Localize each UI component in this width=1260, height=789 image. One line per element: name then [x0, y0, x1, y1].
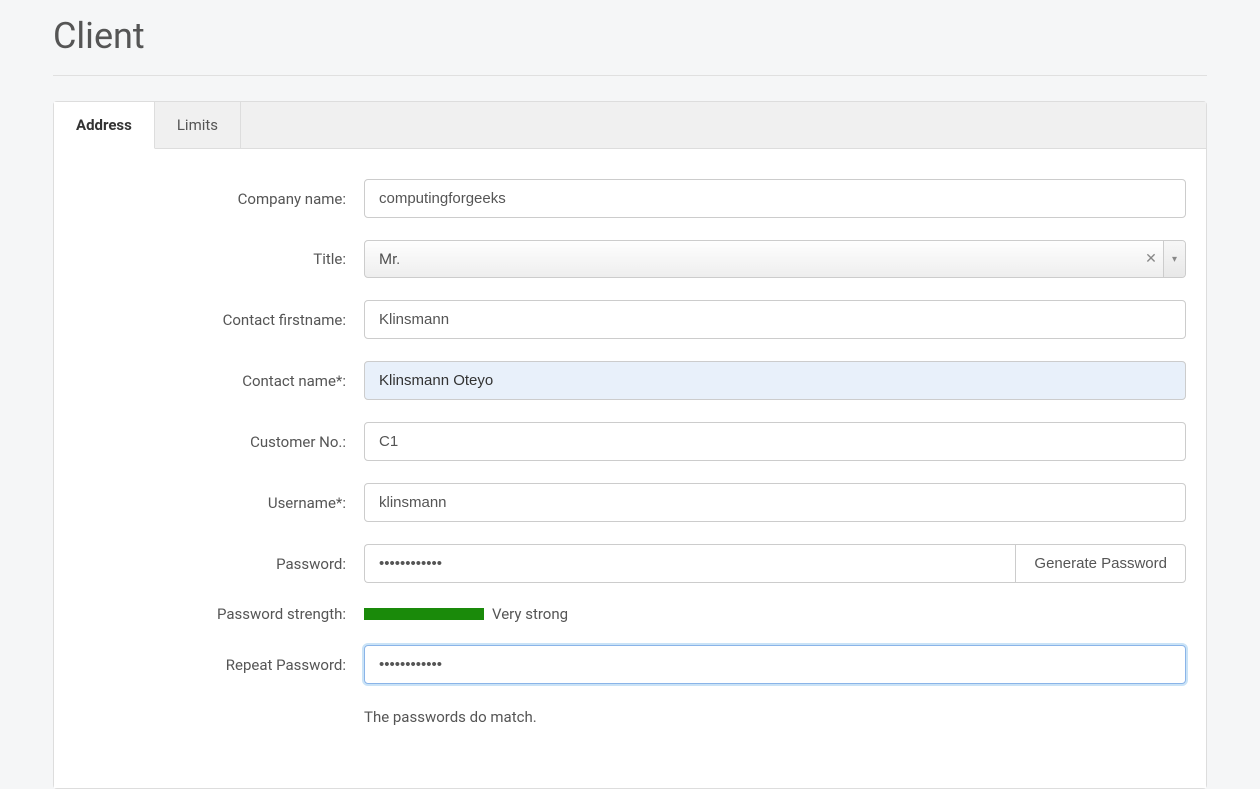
- tab-address[interactable]: Address: [54, 102, 155, 149]
- title-select[interactable]: Mr. ✕ ▾: [364, 240, 1186, 278]
- label-repeat-password: Repeat Password:: [74, 656, 364, 674]
- contact-name-input[interactable]: [364, 361, 1186, 400]
- tab-body-address: Company name: Title: Mr. ✕ ▾ Contact fir…: [54, 149, 1206, 788]
- label-password: Password:: [74, 555, 364, 573]
- password-strength-bar: [364, 608, 484, 620]
- tab-limits[interactable]: Limits: [155, 102, 241, 148]
- title-select-value: Mr.: [365, 241, 1139, 277]
- password-strength-text: Very strong: [492, 605, 568, 623]
- label-contact-name: Contact name*:: [74, 372, 364, 390]
- tabs: Address Limits: [54, 102, 1206, 149]
- client-panel: Address Limits Company name: Title: Mr. …: [53, 101, 1207, 789]
- password-match-message: The passwords do match.: [364, 706, 1186, 726]
- label-password-strength: Password strength:: [74, 605, 364, 623]
- contact-firstname-input[interactable]: [364, 300, 1186, 339]
- close-icon[interactable]: ✕: [1139, 241, 1163, 277]
- company-name-input[interactable]: [364, 179, 1186, 218]
- label-username: Username*:: [74, 494, 364, 512]
- label-title: Title:: [74, 250, 364, 268]
- generate-password-button[interactable]: Generate Password: [1015, 544, 1186, 583]
- label-company-name: Company name:: [74, 190, 364, 208]
- password-input[interactable]: [364, 544, 1015, 583]
- label-customer-no: Customer No.:: [74, 433, 364, 451]
- repeat-password-input[interactable]: [364, 645, 1186, 684]
- username-input[interactable]: [364, 483, 1186, 522]
- page-title: Client: [53, 0, 1207, 76]
- chevron-down-icon[interactable]: ▾: [1163, 241, 1185, 277]
- customer-no-input[interactable]: [364, 422, 1186, 461]
- label-contact-firstname: Contact firstname:: [74, 311, 364, 329]
